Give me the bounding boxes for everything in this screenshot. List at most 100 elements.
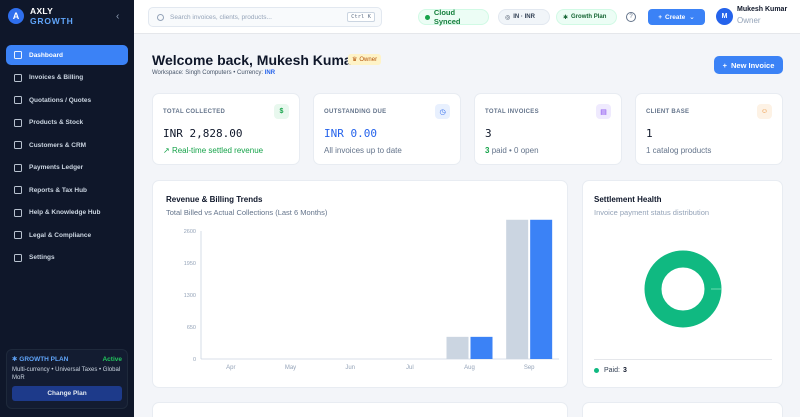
sidebar-item-quotations[interactable]: Quotations / Quotes	[6, 90, 128, 110]
sidebar: A AXLY GROWTH ‹ Dashboard Invoices & Bil…	[0, 0, 134, 417]
x-tick-label: May	[285, 365, 296, 371]
donut-paid-slice[interactable]	[644, 250, 722, 328]
sidebar-item-payments[interactable]: Payments Ledger	[6, 158, 128, 178]
crown-icon: ♛	[352, 57, 358, 63]
plan-title: ✱ GROWTH PLAN	[12, 356, 69, 363]
sidebar-item-invoices[interactable]: Invoices & Billing	[6, 68, 128, 88]
bar-billed	[506, 219, 529, 359]
sidebar-item-products[interactable]: Products & Stock	[6, 113, 128, 133]
search-icon	[157, 13, 164, 21]
sparkle-icon: ✱	[563, 14, 569, 21]
stat-card-total-collected: TOTAL COLLECTED $ INR 2,828.00 ↗ Real-ti…	[152, 93, 300, 165]
stat-label: TOTAL INVOICES	[485, 109, 539, 115]
plan-description: Multi-currency • Universal Taxes • Globa…	[12, 367, 121, 381]
y-tick-label: 0	[193, 357, 196, 363]
bar-collected	[470, 336, 493, 359]
legend-dot	[594, 368, 599, 373]
sidebar-item-label: Help & Knowledge Hub	[29, 209, 101, 216]
clock-icon: ◷	[435, 104, 450, 119]
sidebar-item-label: Legal & Compliance	[29, 231, 92, 239]
currency-code: INR	[264, 70, 276, 76]
search-input[interactable]: Search invoices, clients, products... Ct…	[148, 7, 382, 27]
document-icon: ▤	[596, 104, 611, 119]
new-invoice-button[interactable]: + New Invoice	[714, 56, 783, 74]
card-icon	[14, 163, 22, 172]
bar-billed	[446, 336, 469, 359]
search-shortcut: Ctrl K	[347, 12, 375, 22]
sidebar-item-label: Reports & Tax Hub	[29, 186, 88, 194]
file-icon	[14, 73, 22, 82]
stat-label: TOTAL COLLECTED	[163, 109, 226, 115]
y-tick-label: 2600	[184, 229, 196, 235]
shield-icon	[14, 231, 22, 239]
owner-badge: ♛ Owner	[348, 54, 382, 65]
brand-subtitle: GROWTH	[30, 16, 74, 26]
sidebar-item-settings[interactable]: Settings	[6, 248, 128, 268]
growth-plan-pill[interactable]: ✱ Growth Plan	[556, 9, 617, 25]
y-tick-label: 1950	[184, 261, 196, 267]
sidebar-item-label: Dashboard	[29, 51, 63, 59]
help-icon[interactable]: ?	[626, 12, 636, 22]
sidebar-item-label: Invoices & Billing	[29, 74, 84, 81]
stat-value: INR 0.00	[324, 127, 377, 140]
stat-label: CLIENT BASE	[646, 109, 690, 115]
stat-subtext: 3 paid • 0 open	[485, 146, 539, 155]
sidebar-item-dashboard[interactable]: Dashboard	[6, 45, 128, 65]
collapse-sidebar-icon[interactable]: ‹	[116, 11, 119, 22]
gear-icon	[14, 253, 22, 262]
brand-logo: A	[8, 8, 24, 24]
sidebar-item-customers[interactable]: Customers & CRM	[6, 135, 128, 155]
clipboard-icon	[14, 96, 22, 104]
revenue-chart-card: Revenue & Billing Trends Total Billed vs…	[152, 180, 568, 388]
page-title: Welcome back, Mukesh Kumar	[152, 52, 358, 68]
search-placeholder: Search invoices, clients, products...	[170, 13, 272, 21]
stat-label: OUTSTANDING DUE	[324, 109, 387, 115]
sidebar-nav: Dashboard Invoices & Billing Quotations …	[6, 45, 128, 270]
sidebar-item-label: Customers & CRM	[29, 141, 87, 149]
stat-value: INR 2,828.00	[163, 127, 243, 140]
x-tick-label: Apr	[226, 365, 235, 371]
x-tick-label: Jun	[345, 365, 355, 371]
sidebar-item-label: Settings	[29, 254, 55, 261]
box-icon	[14, 118, 22, 127]
brand[interactable]: A AXLY GROWTH	[8, 6, 74, 26]
locale-selector[interactable]: ◎ IN · INR	[498, 9, 550, 25]
bottom-card	[582, 402, 783, 417]
users-icon: ☺	[757, 104, 772, 119]
stat-card-outstanding-due: OUTSTANDING DUE ◷ INR 0.00 All invoices …	[313, 93, 461, 165]
stat-value: 3	[485, 127, 492, 140]
bottom-card	[152, 402, 568, 417]
sidebar-item-help[interactable]: Help & Knowledge Hub	[6, 203, 128, 223]
user-name[interactable]: Mukesh Kumar	[737, 6, 787, 13]
change-plan-button[interactable]: Change Plan	[12, 386, 122, 401]
sidebar-item-reports[interactable]: Reports & Tax Hub	[6, 180, 128, 200]
plus-icon: +	[722, 60, 728, 70]
settlement-health-card: Settlement Health Invoice payment status…	[582, 180, 783, 388]
x-tick-label: Sep	[524, 365, 535, 371]
trend-icon	[14, 186, 22, 194]
stat-subtext: 1 catalog products	[646, 146, 712, 155]
plus-icon: +	[658, 13, 663, 21]
cloud-sync-status[interactable]: Cloud Synced	[418, 8, 489, 26]
status-dot-icon	[425, 14, 430, 20]
workspace-info: Workspace: Singh Computers • Currency: I…	[152, 70, 276, 76]
avatar[interactable]: M	[716, 8, 733, 25]
sidebar-item-label: Quotations / Quotes	[29, 96, 92, 104]
stat-subtext: ↗ Real-time settled revenue	[163, 146, 264, 155]
stat-subtext: All invoices up to date	[324, 146, 402, 155]
stat-value: 1	[646, 127, 653, 140]
tools-icon	[14, 208, 22, 217]
settlement-donut-chart	[644, 250, 722, 328]
user-role: Owner	[737, 16, 761, 25]
trend-up-icon: ↗	[163, 146, 172, 155]
grid-icon	[14, 51, 22, 59]
y-tick-label: 650	[187, 325, 196, 331]
dollar-icon: $	[274, 104, 289, 119]
create-button[interactable]: + Create ⌄	[648, 9, 705, 25]
x-tick-label: Aug	[464, 365, 475, 371]
sidebar-item-legal[interactable]: Legal & Compliance	[6, 225, 128, 245]
bar-collected	[530, 219, 553, 359]
plan-status-badge: Active	[102, 355, 122, 363]
donut-legend: Paid: 3	[594, 367, 627, 374]
top-header: Search invoices, clients, products... Ct…	[134, 0, 800, 34]
